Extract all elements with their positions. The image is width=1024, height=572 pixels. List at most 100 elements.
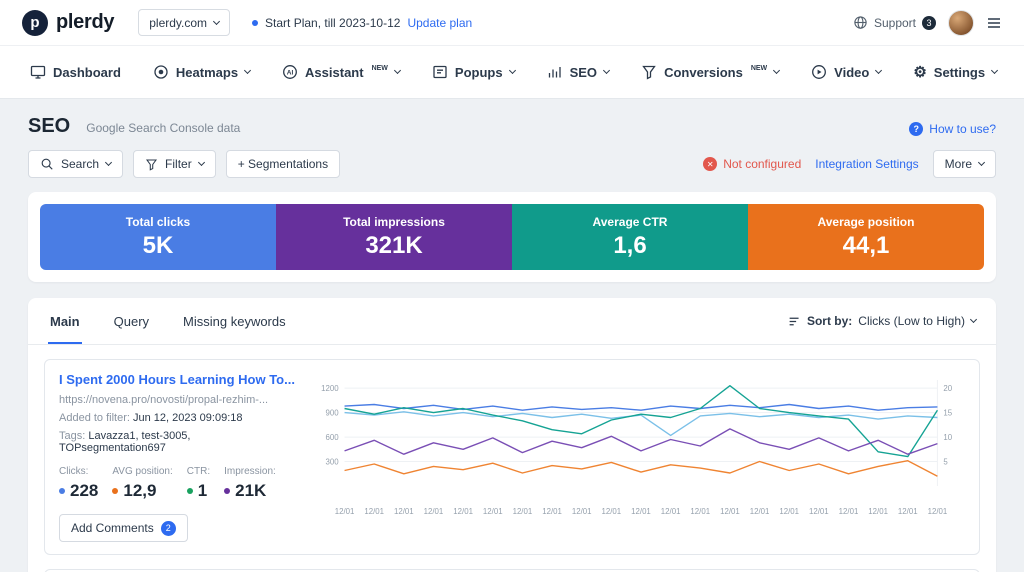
metric-impression: Impression: 21K [224,466,276,501]
add-comments-button[interactable]: Add Comments 2 [59,514,188,542]
menu-icon[interactable] [986,15,1002,31]
added-to-filter: Added to filter: Jun 12, 2023 09:09:18 [59,412,299,424]
metric-number: 21K [235,481,266,501]
added-value: Jun 12, 2023 09:09:18 [133,412,242,424]
nav-item-conversions[interactable]: Conversions NEW [641,64,779,80]
metric-clicks: Clicks: 228 [59,466,98,501]
tab-main[interactable]: Main [48,298,82,344]
svg-text:5: 5 [943,457,948,466]
domain-selector-value: plerdy.com [149,16,207,30]
metric-label: Impression: [224,466,276,477]
domain-selector[interactable]: plerdy.com [138,9,230,36]
more-button[interactable]: More [933,150,996,178]
nav-label: Popups [455,65,503,80]
chevron-down-icon [991,67,998,74]
plan-status-dot [252,20,258,26]
integration-settings-link[interactable]: Integration Settings [815,157,918,171]
how-to-use-link[interactable]: How to use? [909,122,996,136]
tab-query[interactable]: Query [112,298,151,344]
svg-text:12/01: 12/01 [928,507,948,516]
stat-value: 44,1 [843,232,890,260]
nav-label: Conversions [664,65,743,80]
metric-label: CTR: [187,466,210,477]
update-plan-link[interactable]: Update plan [407,16,472,30]
sort-value: Clicks (Low to High) [858,314,965,328]
chevron-down-icon [244,67,251,74]
nav-item-popups[interactable]: Popups [432,64,515,80]
svg-text:12/01: 12/01 [779,507,799,516]
chevron-down-icon [213,17,220,24]
sort-icon [788,315,801,328]
filter-label: Filter [165,157,192,171]
chevron-down-icon [603,67,610,74]
comments-count-badge: 2 [161,521,176,536]
stat-value: 1,6 [613,232,646,260]
chevron-down-icon [970,316,977,323]
svg-text:12/01: 12/01 [750,507,770,516]
svg-text:12/01: 12/01 [394,507,414,516]
tab-missing-keywords[interactable]: Missing keywords [181,298,288,344]
svg-text:12/01: 12/01 [839,507,859,516]
segmentations-button[interactable]: + Segmentations [226,150,340,178]
plan-text: Start Plan, till 2023-10-12 [265,16,400,30]
gear-icon: ⚙ [913,65,926,80]
svg-text:12/01: 12/01 [898,507,918,516]
avatar[interactable] [948,10,974,36]
stats-row: Total clicks 5K Total impressions 321K A… [40,204,984,270]
svg-text:12/01: 12/01 [868,507,888,516]
chevron-down-icon [875,67,882,74]
nav-item-seo[interactable]: SEO [547,64,609,80]
stats-card: Total clicks 5K Total impressions 321K A… [28,192,996,282]
heatmap-icon [153,64,169,80]
support-button[interactable]: Support 3 [853,15,936,30]
filter-button[interactable]: Filter [133,150,216,178]
result-title-link[interactable]: I Spent 2000 Hours Learning How To... [59,372,299,387]
svg-text:12/01: 12/01 [631,507,651,516]
page-subtitle: Google Search Console data [86,121,240,135]
svg-text:300: 300 [326,457,340,466]
nav-item-assistant[interactable]: AI Assistant NEW [282,64,400,80]
stat-total-impressions: Total impressions 321K [276,204,512,270]
svg-text:12/01: 12/01 [661,507,681,516]
main-nav: Dashboard Heatmaps AI Assistant NEW Popu… [0,46,1024,99]
svg-text:12/01: 12/01 [453,507,473,516]
chevron-down-icon [773,67,780,74]
nav-item-dashboard[interactable]: Dashboard [30,64,121,80]
metric-dot [59,488,65,494]
nav-item-video[interactable]: Video [811,64,881,80]
metrics-row: Clicks: 228 AVG position: 12,9 CTR: 1 Im… [59,466,299,501]
metric-label: Clicks: [59,466,98,477]
stat-value: 321K [365,232,422,260]
metric-ctr: CTR: 1 [187,466,210,501]
how-to-use-label: How to use? [929,122,996,136]
page-title: SEO [28,115,70,138]
nav-item-heatmaps[interactable]: Heatmaps [153,64,250,80]
svg-text:10: 10 [943,433,952,442]
svg-text:12/01: 12/01 [542,507,562,516]
svg-text:12/01: 12/01 [720,507,740,516]
svg-text:12/01: 12/01 [335,507,355,516]
sort-control[interactable]: Sort by: Clicks (Low to High) [788,314,976,328]
chevron-down-icon [105,159,112,166]
popup-icon [432,64,448,80]
funnel-icon [641,64,657,80]
more-label: More [945,157,972,171]
svg-text:1200: 1200 [321,384,339,393]
metric-number: 12,9 [123,481,156,501]
metric-number: 228 [70,481,98,501]
stat-label: Total clicks [126,215,190,229]
search-button[interactable]: Search [28,150,123,178]
page-header: SEO Google Search Console data How to us… [0,99,1024,148]
svg-text:12/01: 12/01 [690,507,710,516]
added-label: Added to filter: [59,412,130,424]
brand-name: plerdy [56,11,114,34]
divider [28,344,996,345]
result-item: I Spent 2000 Hours Learning How To... ht… [44,359,980,555]
topbar-right: Support 3 [853,10,1002,36]
nav-item-settings[interactable]: ⚙ Settings [913,65,997,80]
seo-chart-icon [547,64,563,80]
toolbar-right: Not configured Integration Settings More [703,150,996,178]
svg-text:900: 900 [326,409,340,418]
brand[interactable]: plerdy [22,10,114,36]
nav-label: Dashboard [53,65,121,80]
